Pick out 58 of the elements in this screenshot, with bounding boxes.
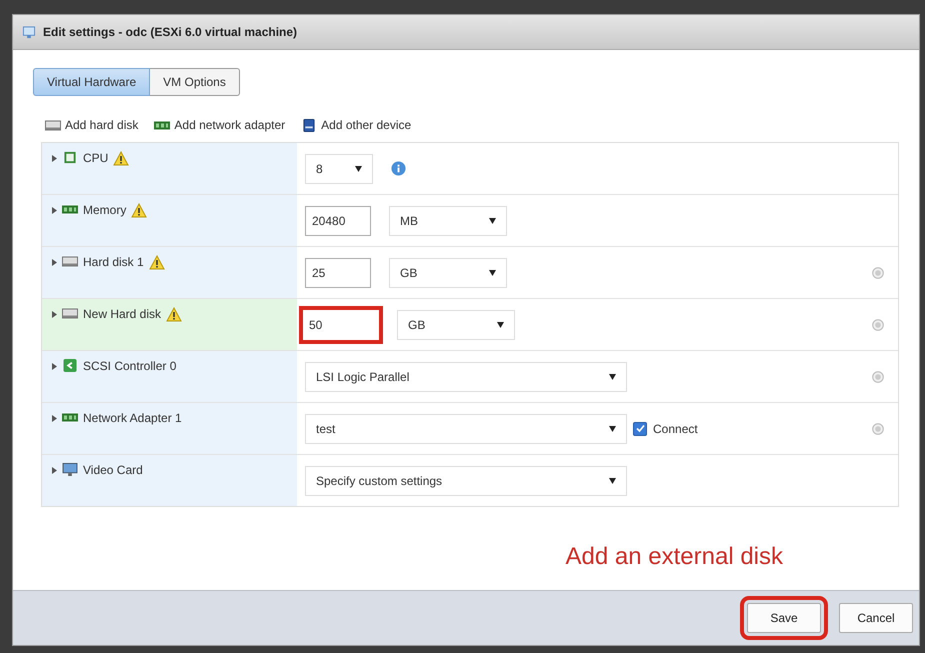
caret-icon (355, 166, 362, 172)
toolbar-button[interactable]: Add hard disk (45, 118, 138, 132)
info-icon[interactable] (391, 161, 406, 176)
disk-drive-icon (62, 307, 78, 320)
card-icon (62, 203, 78, 216)
disk-drive-icon (45, 118, 61, 132)
checkmark-icon (636, 424, 644, 433)
input-field[interactable]: 25 (305, 258, 371, 288)
device-icon (301, 118, 318, 132)
dialog-button[interactable]: Cancel (839, 603, 913, 633)
dropdown-value: LSI Logic Parallel (316, 370, 410, 384)
toolbar-button[interactable]: Add other device (301, 118, 412, 132)
dropdown[interactable]: test (305, 414, 627, 444)
input-field[interactable]: 50 (299, 306, 383, 344)
window-title: Edit settings - odc (ESXi 6.0 virtual machine) (43, 25, 298, 39)
tab[interactable]: Virtual Hardware (33, 68, 150, 96)
expand-arrow-icon[interactable] (52, 207, 57, 214)
device-name: Memory (83, 203, 126, 217)
expand-arrow-icon[interactable] (52, 415, 57, 422)
checkbox-label[interactable]: Connect (653, 422, 698, 436)
checkbox[interactable] (633, 422, 647, 436)
device-name: New Hard disk (83, 307, 162, 321)
toolbar-button[interactable]: Add network adapter (154, 118, 286, 132)
dropdown-value: 8 (316, 162, 323, 176)
caret-icon (609, 478, 616, 484)
dropdown[interactable]: 8 (305, 154, 373, 184)
tab[interactable]: VM Options (150, 68, 240, 96)
unit-dropdown[interactable]: GB (389, 258, 507, 288)
device-name: Video Card (83, 463, 143, 477)
monitor-icon (21, 26, 37, 38)
caret-icon (609, 426, 616, 432)
chip-icon (62, 151, 78, 164)
card-icon (62, 411, 78, 424)
expand-arrow-icon[interactable] (52, 155, 57, 162)
controller-icon (62, 359, 78, 372)
dropdown[interactable]: Specify custom settings (305, 466, 627, 496)
dropdown[interactable]: LSI Logic Parallel (305, 362, 627, 392)
unit-dropdown[interactable]: GB (397, 310, 515, 340)
disk-drive-icon (62, 255, 78, 268)
caret-icon (609, 374, 616, 380)
caret-icon (489, 218, 496, 224)
dropdown-value: Specify custom settings (316, 474, 442, 488)
unit-dropdown[interactable]: MB (389, 206, 507, 236)
expand-arrow-icon[interactable] (52, 259, 57, 266)
device-name: Network Adapter 1 (83, 411, 182, 425)
caret-icon (489, 270, 496, 276)
dropdown-value: test (316, 422, 336, 436)
device-name: CPU (83, 151, 108, 165)
monitor-icon (62, 463, 78, 476)
expand-arrow-icon[interactable] (52, 363, 57, 370)
device-name: Hard disk 1 (83, 255, 144, 269)
expand-arrow-icon[interactable] (52, 467, 57, 474)
input-field[interactable]: 20480 (305, 206, 371, 236)
card-icon (154, 118, 170, 132)
expand-arrow-icon[interactable] (52, 311, 57, 318)
caret-icon (497, 322, 504, 328)
device-name: SCSI Controller 0 (83, 359, 176, 373)
annotation-text: Add an external disk (566, 543, 783, 571)
